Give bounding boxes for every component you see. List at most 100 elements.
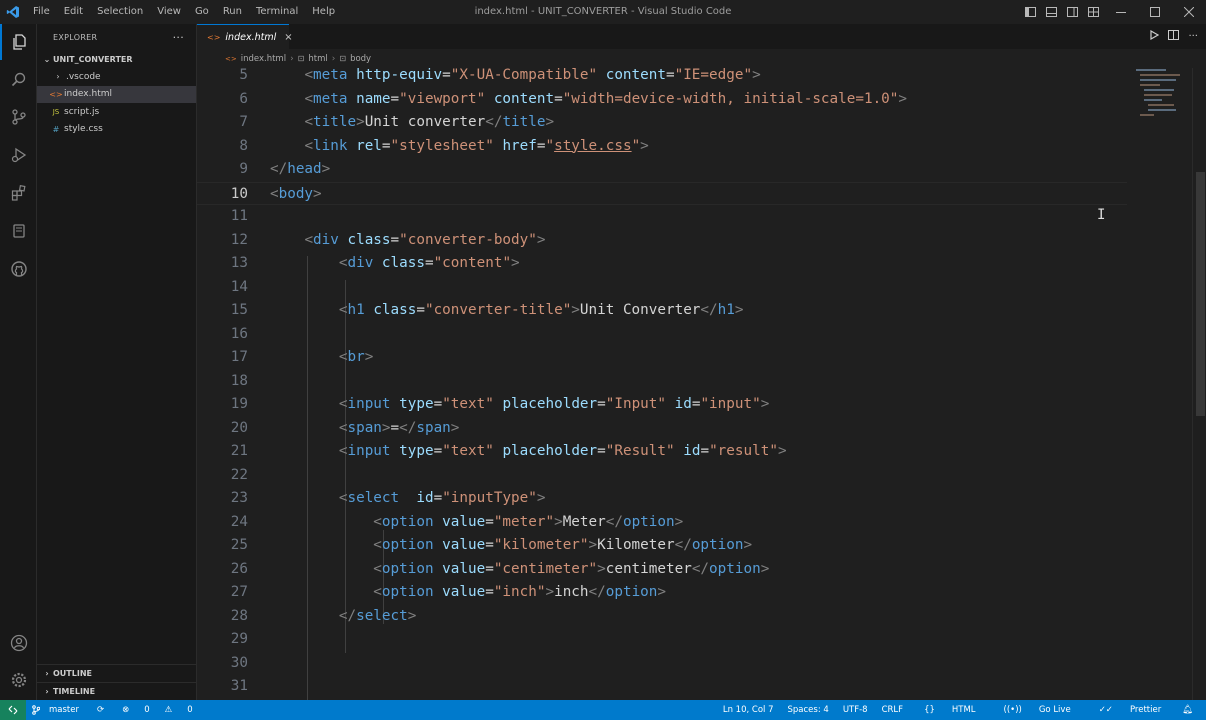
source-control-icon[interactable] [0,99,37,135]
code-line[interactable]: 23 <select id="inputType"> [197,487,1127,511]
tab-index-html[interactable]: <> index.html × [197,24,293,49]
line-number: 30 [230,654,248,671]
tree-item-label: script.js [64,106,100,117]
tree-item-style-css[interactable]: # style.css [37,121,196,139]
code-line[interactable]: 10 <body> [197,181,1127,205]
code-line[interactable]: 18 [197,370,1127,394]
code-line[interactable]: 12 <div class="converter-body"> [197,229,1127,253]
menu-terminal[interactable]: Terminal [249,0,305,24]
breadcrumb-body[interactable]: body [350,54,371,64]
code-line[interactable]: 28 </select> [197,605,1127,629]
code-line[interactable]: 22 [197,464,1127,488]
end-of-line[interactable]: CRLF [875,705,910,715]
code-line[interactable]: 14 [197,276,1127,300]
split-editor-icon[interactable] [1168,30,1180,43]
sync-icon[interactable]: ⟳ [91,705,110,715]
cursor-position[interactable]: Ln 10, Col 7 [716,705,781,715]
menu-selection[interactable]: Selection [90,0,150,24]
html-file-icon: <> [49,89,63,99]
vertical-scrollbar[interactable] [1192,68,1206,700]
minimap[interactable] [1136,68,1186,148]
account-icon[interactable] [0,625,37,661]
code-line[interactable]: 11 [197,205,1127,229]
remote-explorer-icon[interactable] [0,213,37,249]
prettier-status[interactable]: ✓✓ Prettier [1085,705,1176,715]
code-line[interactable]: 7 <title>Unit converter</title> [197,111,1127,135]
warning-icon: ⚠ [164,705,173,715]
code-line[interactable]: 25 <option value="kilometer">Kilometer</… [197,534,1127,558]
search-icon[interactable] [0,62,37,98]
code-editor[interactable]: 5 <meta http-equiv="X-UA-Compatible" con… [197,68,1206,700]
remote-indicator-icon[interactable] [0,700,26,720]
code-line[interactable]: 8 <link rel="stylesheet" href="style.css… [197,135,1127,159]
breadcrumb-html[interactable]: html [308,54,327,64]
code-line[interactable]: 9 </head> [197,158,1127,182]
menu-view[interactable]: View [150,0,188,24]
menu-run[interactable]: Run [216,0,249,24]
activity-bar [0,24,37,700]
code-text: <option value="inch">inch</option> [373,584,667,600]
problems-indicator[interactable]: ⊗ 0 ⚠ 0 [110,705,205,715]
line-number: 7 [239,114,248,130]
close-tab-icon[interactable]: × [284,32,292,43]
toggle-secondary-sidebar-icon[interactable] [1062,0,1083,24]
close-window-icon[interactable] [1172,0,1206,24]
folder-name: UNIT_CONVERTER [53,54,133,64]
menu-help[interactable]: Help [305,0,342,24]
tree-item-script-js[interactable]: JS script.js [37,103,196,121]
customize-layout-icon[interactable] [1083,0,1104,24]
workspace-folder[interactable]: ⌄ UNIT_CONVERTER [37,50,196,68]
code-line[interactable]: 16 [197,323,1127,347]
code-line[interactable]: 17 <br> [197,346,1127,370]
maximize-icon[interactable] [1138,0,1172,24]
line-number: 13 [230,255,248,271]
toggle-panel-icon[interactable] [1041,0,1062,24]
extensions-icon[interactable] [0,175,37,211]
indentation[interactable]: Spaces: 4 [781,705,836,715]
outline-section[interactable]: › OUTLINE [37,664,197,682]
code-line[interactable]: 13 <div class="content"> [197,252,1127,276]
menu-go[interactable]: Go [188,0,216,24]
explorer-icon[interactable] [0,24,37,60]
code-line[interactable]: 19 <input type="text" placeholder="Input… [197,393,1127,417]
code-line[interactable]: 29 [197,628,1127,652]
code-line[interactable]: 5 <meta http-equiv="X-UA-Compatible" con… [197,68,1127,88]
code-line[interactable]: 6 <meta name="viewport" content="width=d… [197,88,1127,112]
toggle-primary-sidebar-icon[interactable] [1020,0,1041,24]
code-line[interactable]: 31 [197,675,1127,699]
breadcrumb-file[interactable]: index.html [241,54,286,64]
code-line[interactable]: 20 <span>=</span> [197,417,1127,441]
more-editor-actions-icon[interactable]: ··· [1188,31,1198,42]
more-actions-icon[interactable]: ··· [173,31,184,44]
menu-file[interactable]: File [26,0,57,24]
code-text: <select id="inputType"> [338,490,546,506]
warning-count: 0 [187,705,193,715]
language-mode[interactable]: {} HTML [910,705,989,715]
code-line[interactable]: 26 <option value="centimeter">centimeter… [197,558,1127,582]
github-icon[interactable] [0,251,37,287]
code-line[interactable]: 21 <input type="text" placeholder="Resul… [197,440,1127,464]
encoding[interactable]: UTF-8 [836,705,875,715]
tree-item-index-html[interactable]: <> index.html [37,85,196,103]
minimize-icon[interactable] [1104,0,1138,24]
vscode-logo-icon [0,0,26,24]
notifications-bell-icon[interactable]: 🔔︎ [1175,705,1200,715]
line-number: 14 [230,278,248,295]
go-live-button[interactable]: ((•)) Go Live [990,705,1085,715]
run-debug-icon[interactable] [0,137,37,173]
code-line[interactable]: 30 [197,652,1127,676]
timeline-section[interactable]: › TIMELINE [37,682,197,700]
settings-gear-icon[interactable] [0,662,37,698]
code-text: <span>=</span> [338,419,460,436]
code-line[interactable]: 27 <option value="inch">inch</option> [197,581,1127,605]
code-line[interactable]: 24 <option value="meter">Meter</option> [197,511,1127,535]
git-branch[interactable]: master [26,705,91,715]
line-number: 19 [230,396,248,412]
run-icon[interactable] [1149,29,1160,43]
scrollbar-thumb[interactable] [1196,172,1205,416]
code-line[interactable]: 15 <h1 class="converter-title">Unit Conv… [197,299,1127,323]
code-text: <meta name="viewport" content="width=dev… [304,90,908,107]
line-number: 25 [230,537,248,553]
tree-item-vscode[interactable]: › .vscode [37,68,196,86]
menu-edit[interactable]: Edit [57,0,90,24]
